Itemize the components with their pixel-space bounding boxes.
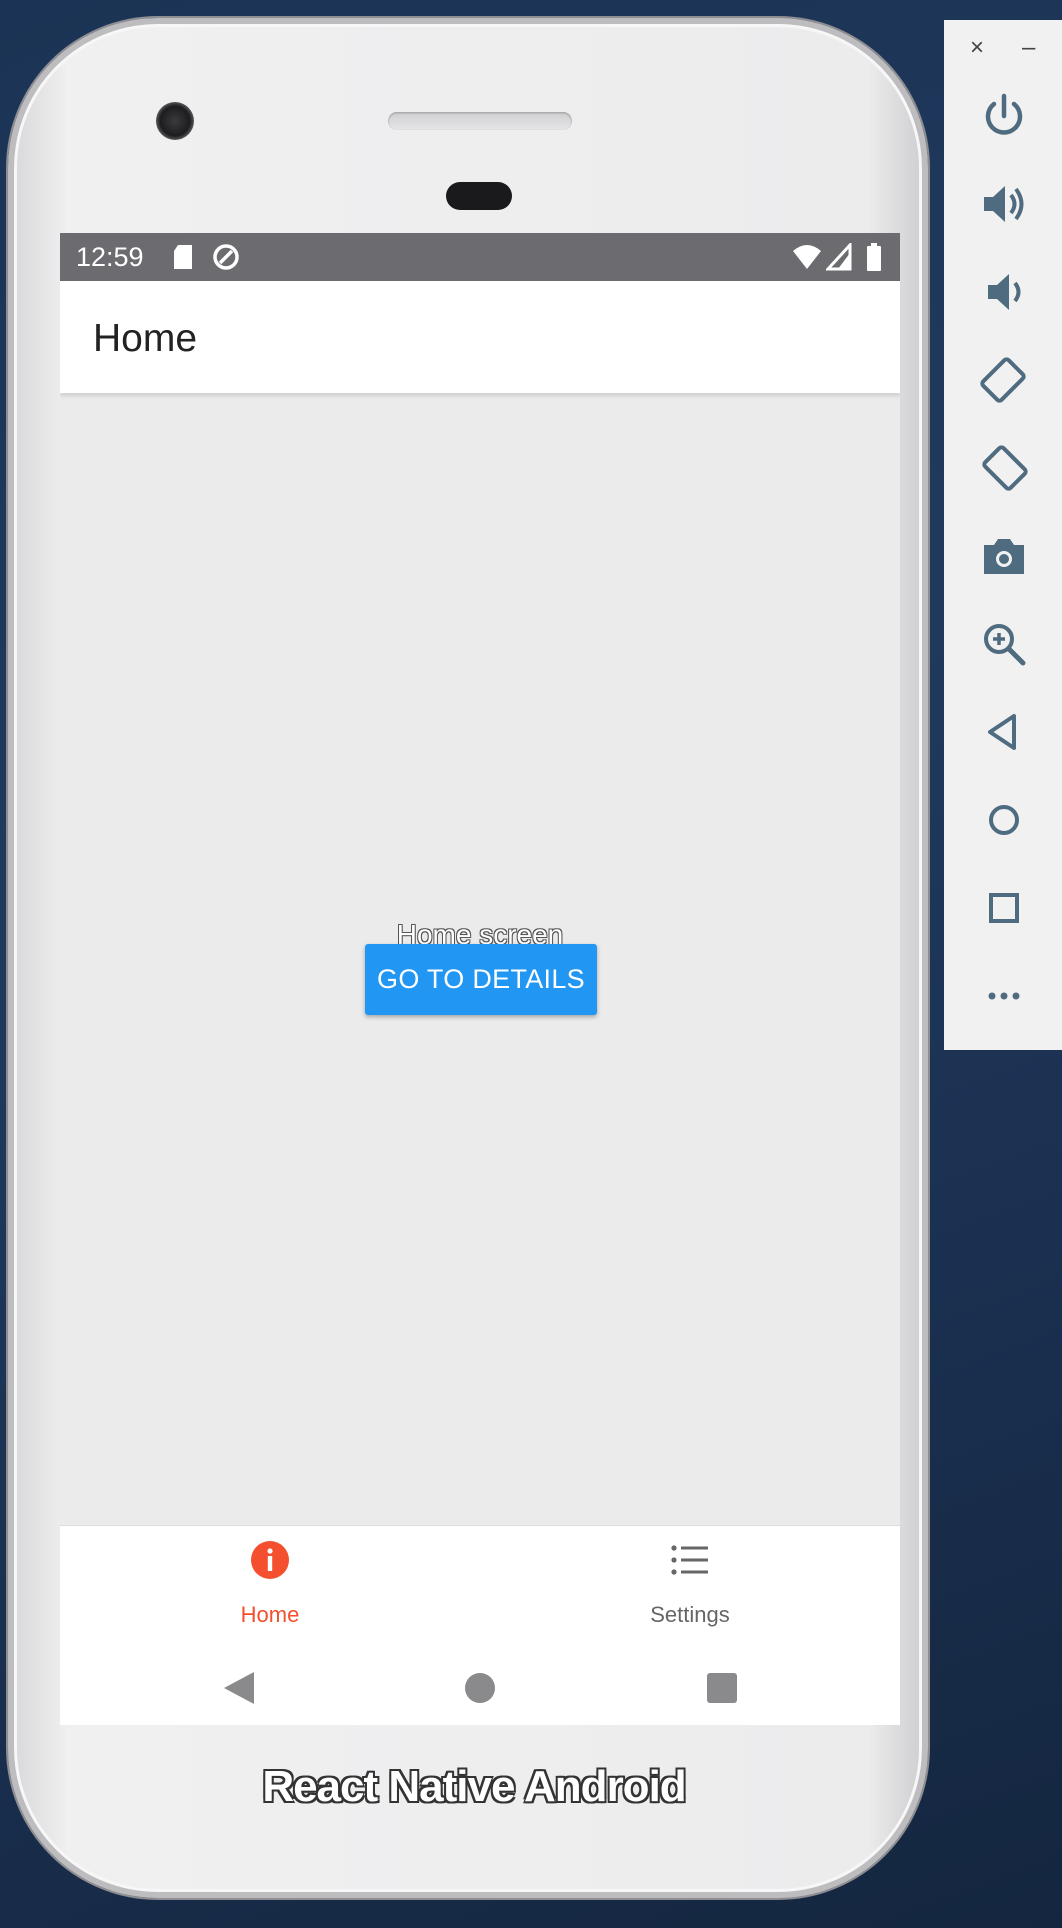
data-saver-icon xyxy=(213,244,239,270)
home-icon[interactable] xyxy=(978,794,1030,846)
device-screen: 12:59 Home Home screen GO TO DETAILS Hom… xyxy=(60,233,900,1725)
sd-card-icon xyxy=(174,245,192,269)
zoom-icon[interactable] xyxy=(978,618,1030,670)
emulator-toolbar: × – xyxy=(944,20,1062,1050)
status-bar: 12:59 xyxy=(60,233,900,281)
volume-up-icon[interactable] xyxy=(978,178,1030,230)
rotate-left-icon[interactable] xyxy=(978,354,1030,406)
android-nav-bar xyxy=(60,1646,900,1725)
volume-down-icon[interactable] xyxy=(978,266,1030,318)
back-icon[interactable] xyxy=(978,706,1030,758)
list-icon xyxy=(671,1545,708,1575)
more-icon[interactable] xyxy=(978,970,1030,1022)
home-screen-content: Home screen GO TO DETAILS xyxy=(60,403,900,1515)
tab-home-label: Home xyxy=(240,1602,300,1627)
camera-icon[interactable] xyxy=(978,530,1030,582)
earpiece-speaker xyxy=(388,112,572,130)
home-circle-icon[interactable] xyxy=(460,1668,500,1708)
minimize-window-button[interactable]: – xyxy=(1022,34,1035,62)
device-frame: 12:59 Home Home screen GO TO DETAILS Hom… xyxy=(8,18,928,1898)
recents-square-icon[interactable] xyxy=(702,1668,742,1708)
battery-icon xyxy=(867,243,881,271)
close-window-button[interactable]: × xyxy=(970,34,984,62)
go-to-details-button[interactable]: GO TO DETAILS xyxy=(365,944,597,1015)
tab-settings[interactable]: Settings xyxy=(480,1526,900,1646)
wifi-icon xyxy=(793,245,821,269)
back-icon[interactable] xyxy=(220,1668,260,1708)
info-icon xyxy=(251,1541,289,1579)
proximity-sensor xyxy=(446,182,512,210)
page-title: Home xyxy=(93,317,198,360)
tab-settings-label: Settings xyxy=(650,1602,730,1627)
app-header: Home xyxy=(60,281,900,393)
status-time: 12:59 xyxy=(76,242,144,272)
tab-home[interactable]: Home xyxy=(60,1526,480,1646)
rotate-right-icon[interactable] xyxy=(978,442,1030,494)
front-camera xyxy=(156,102,194,140)
power-icon[interactable] xyxy=(978,90,1030,142)
overview-icon[interactable] xyxy=(978,882,1030,934)
bottom-tab-bar: Home Settings xyxy=(60,1525,900,1725)
signal-icon xyxy=(826,243,852,271)
device-label: React Native Android xyxy=(262,1762,686,1811)
